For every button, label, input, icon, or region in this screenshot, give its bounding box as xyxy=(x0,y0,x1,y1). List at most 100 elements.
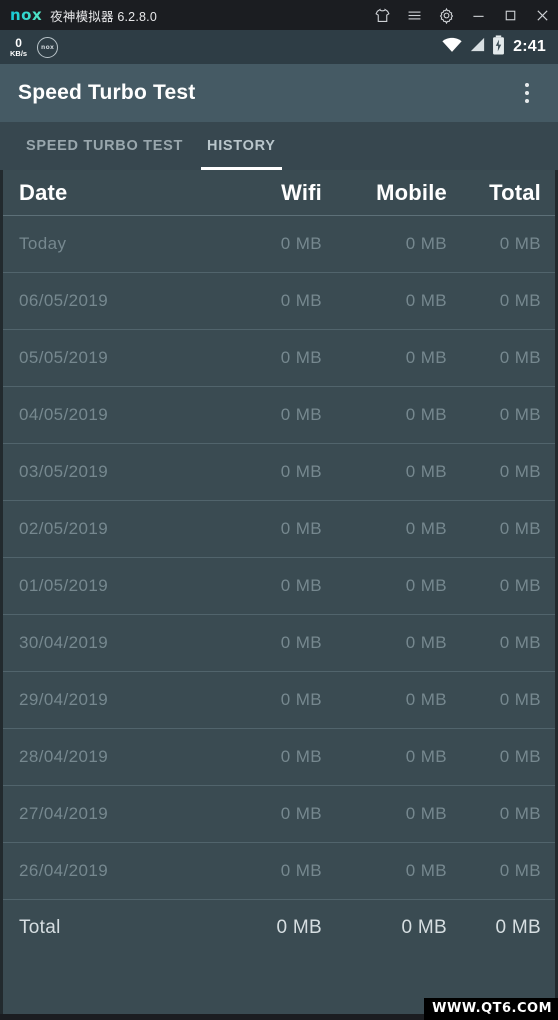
cell-total: 0 MB xyxy=(499,291,541,310)
cell-total: 0 MB xyxy=(499,747,541,766)
tab-speed-turbo-test[interactable]: SPEED TURBO TEST xyxy=(14,122,195,170)
table-row[interactable]: 27/04/2019 0 MB 0 MB 0 MB xyxy=(3,786,555,843)
cell-mobile: 0 MB xyxy=(405,576,447,595)
cell-total-mobile: 0 MB xyxy=(401,916,447,938)
table-row[interactable]: 03/05/2019 0 MB 0 MB 0 MB xyxy=(3,444,555,501)
cell-wifi: 0 MB xyxy=(280,690,322,709)
cell-date: 04/05/2019 xyxy=(19,405,109,424)
skin-icon[interactable] xyxy=(366,0,398,30)
signal-icon xyxy=(469,36,486,58)
table-header-row: Date Wifi Mobile Total xyxy=(3,170,555,216)
cell-total: 0 MB xyxy=(499,804,541,823)
cell-wifi: 0 MB xyxy=(280,804,322,823)
cell-mobile: 0 MB xyxy=(405,861,447,880)
maximize-icon[interactable] xyxy=(494,0,526,30)
cell-total-total: 0 MB xyxy=(495,916,541,938)
column-header-date: Date xyxy=(19,179,68,205)
table-row[interactable]: 26/04/2019 0 MB 0 MB 0 MB xyxy=(3,843,555,900)
table-row[interactable]: 06/05/2019 0 MB 0 MB 0 MB xyxy=(3,273,555,330)
statusbar-icons: 2:41 xyxy=(441,34,546,60)
history-table: Date Wifi Mobile Total Today 0 MB 0 MB 0… xyxy=(0,170,558,1014)
cell-wifi: 0 MB xyxy=(280,462,322,481)
cell-date: 29/04/2019 xyxy=(19,690,109,709)
cell-date: 05/05/2019 xyxy=(19,348,109,367)
cell-total: 0 MB xyxy=(499,462,541,481)
cell-total: 0 MB xyxy=(499,576,541,595)
cell-mobile: 0 MB xyxy=(405,291,447,310)
cell-total: 0 MB xyxy=(499,861,541,880)
tab-label: SPEED TURBO TEST xyxy=(26,138,184,154)
cell-wifi: 0 MB xyxy=(280,519,322,538)
window-controls xyxy=(366,0,558,30)
app-bar: Speed Turbo Test xyxy=(0,64,558,122)
cell-wifi: 0 MB xyxy=(280,747,322,766)
emulator-window: nox 夜神模拟器 6.2.8.0 0 KB/s nox 2:41 Speed … xyxy=(0,0,558,1020)
cell-date: 06/05/2019 xyxy=(19,291,109,310)
nox-logo: nox xyxy=(10,7,50,23)
gear-icon[interactable] xyxy=(430,0,462,30)
emulator-titlebar: nox 夜神模拟器 6.2.8.0 xyxy=(0,0,558,30)
cell-total: 0 MB xyxy=(499,519,541,538)
cell-date: 26/04/2019 xyxy=(19,861,109,880)
android-statusbar: 0 KB/s nox 2:41 xyxy=(0,30,558,64)
column-header-wifi: Wifi xyxy=(281,179,322,205)
cell-total: 0 MB xyxy=(499,405,541,424)
cell-mobile: 0 MB xyxy=(405,234,447,253)
minimize-icon[interactable] xyxy=(462,0,494,30)
cell-total: 0 MB xyxy=(499,633,541,652)
cell-date: 03/05/2019 xyxy=(19,462,109,481)
overflow-dot xyxy=(525,99,529,103)
overflow-dot xyxy=(525,83,529,87)
cell-mobile: 0 MB xyxy=(405,633,447,652)
cell-total: 0 MB xyxy=(499,348,541,367)
cell-total: 0 MB xyxy=(499,234,541,253)
cell-mobile: 0 MB xyxy=(405,519,447,538)
cell-wifi: 0 MB xyxy=(280,291,322,310)
cell-mobile: 0 MB xyxy=(405,405,447,424)
nox-badge-icon: nox xyxy=(37,36,59,58)
cell-mobile: 0 MB xyxy=(405,747,447,766)
cell-wifi: 0 MB xyxy=(280,348,322,367)
battery-charging-icon xyxy=(492,34,505,60)
tab-label: HISTORY xyxy=(207,138,276,154)
page-title: Speed Turbo Test xyxy=(18,81,196,104)
close-icon[interactable] xyxy=(526,0,558,30)
cell-mobile: 0 MB xyxy=(405,462,447,481)
column-header-mobile: Mobile xyxy=(376,179,447,205)
cell-date: 27/04/2019 xyxy=(19,804,109,823)
cell-date: 01/05/2019 xyxy=(19,576,109,595)
table-row[interactable]: 30/04/2019 0 MB 0 MB 0 MB xyxy=(3,615,555,672)
table-row[interactable]: Today 0 MB 0 MB 0 MB xyxy=(3,216,555,273)
overflow-menu-icon[interactable] xyxy=(510,70,544,116)
cell-total-label: Total xyxy=(19,916,61,938)
network-speed-value: 0 xyxy=(15,35,22,50)
cell-date: 28/04/2019 xyxy=(19,747,109,766)
cell-wifi: 0 MB xyxy=(280,405,322,424)
nox-badge-label: nox xyxy=(41,43,55,51)
table-row[interactable]: 04/05/2019 0 MB 0 MB 0 MB xyxy=(3,387,555,444)
watermark: WWW.QT6.COM xyxy=(424,998,558,1020)
table-row[interactable]: 29/04/2019 0 MB 0 MB 0 MB xyxy=(3,672,555,729)
table-row[interactable]: 01/05/2019 0 MB 0 MB 0 MB xyxy=(3,558,555,615)
cell-mobile: 0 MB xyxy=(405,348,447,367)
table-row[interactable]: 02/05/2019 0 MB 0 MB 0 MB xyxy=(3,501,555,558)
cell-total: 0 MB xyxy=(499,690,541,709)
emulator-title: 夜神模拟器 6.2.8.0 xyxy=(50,9,157,24)
cell-wifi: 0 MB xyxy=(280,234,322,253)
tab-bar: SPEED TURBO TEST HISTORY xyxy=(0,122,558,170)
network-speed-indicator: 0 KB/s xyxy=(10,37,27,58)
cell-date: 02/05/2019 xyxy=(19,519,109,538)
cell-date: 30/04/2019 xyxy=(19,633,109,652)
overflow-dot xyxy=(525,91,529,95)
column-header-total: Total xyxy=(489,179,541,205)
wifi-icon xyxy=(441,36,463,58)
cell-mobile: 0 MB xyxy=(405,804,447,823)
cell-total-wifi: 0 MB xyxy=(276,916,322,938)
network-speed-unit: KB/s xyxy=(10,48,28,58)
table-row[interactable]: 05/05/2019 0 MB 0 MB 0 MB xyxy=(3,330,555,387)
status-time: 2:41 xyxy=(513,38,546,55)
tab-history[interactable]: HISTORY xyxy=(195,122,288,170)
table-row[interactable]: 28/04/2019 0 MB 0 MB 0 MB xyxy=(3,729,555,786)
cell-wifi: 0 MB xyxy=(280,861,322,880)
menu-icon[interactable] xyxy=(398,0,430,30)
